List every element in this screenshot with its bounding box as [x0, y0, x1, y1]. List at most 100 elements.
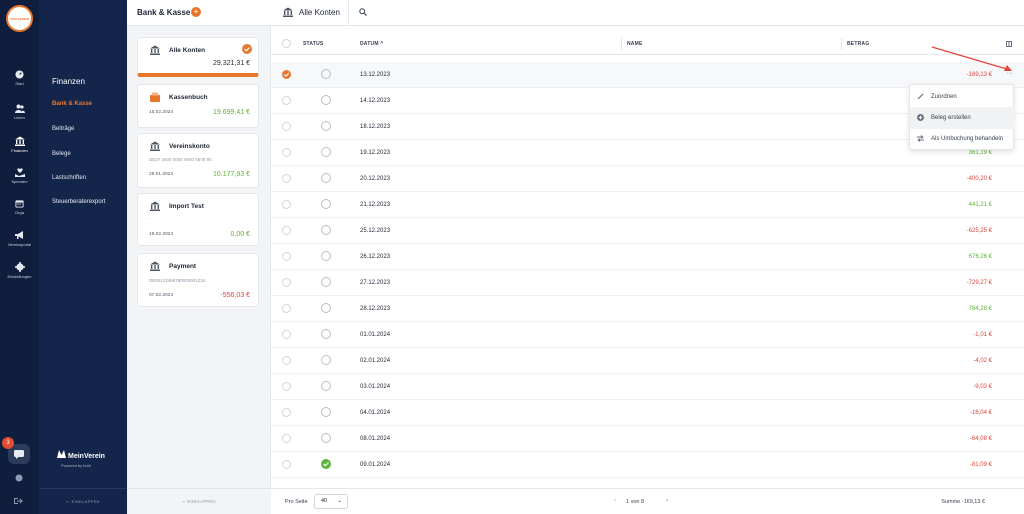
row-amount: -16,04 €: [969, 410, 992, 416]
help-icon[interactable]: [15, 474, 23, 482]
rail-item-vereinsportal[interactable]: Vereinsportal: [0, 231, 39, 247]
row-checkbox[interactable]: [282, 148, 291, 157]
row-date: 26.12.2023: [360, 254, 391, 260]
account-card-vereinskonto[interactable]: Vereinskonto DE37 3400 0000 0000 5678 90…: [137, 133, 259, 188]
rail-item-listen[interactable]: Listen: [0, 104, 39, 120]
menu-item-zuordnen[interactable]: Zuordnen: [910, 86, 1015, 108]
rail-label: Start: [15, 81, 24, 86]
account-card-payment[interactable]: Payment DE00123456780000001234 07.02.202…: [137, 253, 259, 307]
prev-page-icon[interactable]: ‹: [614, 498, 616, 504]
row-checkbox[interactable]: [282, 304, 291, 313]
account-card-all[interactable]: Alle Konten 29.321,31 €: [137, 37, 259, 77]
rail-item-spenden[interactable]: Spenden: [0, 167, 39, 184]
menu-item-beleg-erstellen[interactable]: Beleg erstellen: [910, 107, 1015, 129]
nav-item-beitraege[interactable]: Beiträge: [52, 126, 74, 132]
account-card-import-test[interactable]: Import Test - 19.02.2024 0,00 €: [137, 193, 259, 246]
rail-item-start[interactable]: Start: [0, 70, 39, 86]
row-date: 27.12.2023: [360, 280, 391, 286]
status-indicator[interactable]: [321, 95, 331, 105]
row-checkbox[interactable]: [282, 434, 291, 443]
row-checkbox[interactable]: [282, 356, 291, 365]
row-checkbox[interactable]: [282, 200, 291, 209]
column-status[interactable]: STATUS: [303, 41, 323, 47]
rail-item-finanzen[interactable]: Finanzen: [0, 136, 39, 153]
status-indicator[interactable]: [321, 225, 331, 235]
status-indicator[interactable]: [321, 329, 331, 339]
row-checkbox[interactable]: [282, 278, 291, 287]
finance-nav: Finanzen Bank & Kasse Beiträge Belege La…: [39, 0, 127, 514]
row-checkbox[interactable]: [282, 330, 291, 339]
status-indicator[interactable]: [321, 407, 331, 417]
account-card-kassenbuch[interactable]: Kassenbuch 15.02.2024 19.699,41 €: [137, 84, 259, 128]
search-icon[interactable]: [359, 8, 367, 16]
status-indicator[interactable]: [321, 433, 331, 443]
gear-icon: [14, 262, 25, 272]
table-row[interactable]: 03.01.2024 -9,03 €: [271, 374, 1024, 400]
column-name[interactable]: NAME: [627, 41, 643, 47]
collapse-accounts-button[interactable]: « EINKLAPPEN: [127, 488, 271, 514]
column-amount[interactable]: BETRAG: [847, 41, 869, 47]
status-indicator[interactable]: [321, 251, 331, 261]
status-indicator[interactable]: [321, 173, 331, 183]
menu-item-umbuchung[interactable]: Als Umbuchung behandeln: [910, 128, 1015, 150]
row-checkbox[interactable]: [282, 122, 291, 131]
row-checkbox[interactable]: [282, 252, 291, 261]
account-balance: 0,00 €: [230, 231, 250, 238]
nav-item-belege[interactable]: Belege: [52, 151, 71, 157]
select-all-checkbox[interactable]: [282, 39, 291, 48]
status-indicator[interactable]: [321, 199, 331, 209]
table-row[interactable]: 25.12.2023 -625,25 €: [271, 218, 1024, 244]
status-indicator[interactable]: [321, 277, 331, 287]
status-indicator[interactable]: [321, 303, 331, 313]
table-row[interactable]: 21.12.2023 441,21 €: [271, 192, 1024, 218]
row-checkbox[interactable]: [282, 174, 291, 183]
table-row[interactable]: 04.01.2024 -16,04 €: [271, 400, 1024, 426]
table-row[interactable]: 28.12.2023 784,28 €: [271, 296, 1024, 322]
account-balance: 10.177,93 €: [213, 171, 250, 178]
nav-item-steuerberaterexport[interactable]: Steuerberaterexport: [52, 199, 105, 205]
status-indicator[interactable]: [321, 381, 331, 391]
account-name: Payment: [169, 263, 197, 270]
row-checkbox[interactable]: [282, 226, 291, 235]
collapse-nav-button[interactable]: « EINKLAPPEN: [39, 488, 127, 514]
next-page-icon[interactable]: ›: [666, 498, 668, 504]
row-amount: -9,03 €: [973, 384, 992, 390]
logout-icon[interactable]: [14, 497, 23, 505]
row-checkbox[interactable]: [282, 96, 291, 105]
column-separator[interactable]: [841, 38, 842, 50]
row-checkbox[interactable]: [282, 382, 291, 391]
account-iban: -: [149, 216, 151, 221]
table-row[interactable]: 09.01.2024 -81,09 €: [271, 452, 1024, 478]
status-indicator[interactable]: [321, 121, 331, 131]
table-row[interactable]: 20.12.2023 -400,20 €: [271, 166, 1024, 192]
bank-icon: [150, 261, 160, 271]
club-logo[interactable]: TESTVEREIN: [6, 5, 33, 32]
row-date: 04.01.2024: [360, 410, 391, 416]
rail-item-orga[interactable]: Orga: [0, 199, 39, 215]
add-account-button[interactable]: +: [191, 7, 201, 17]
table-row[interactable]: 08.01.2024 -64,08 €: [271, 426, 1024, 452]
status-indicator[interactable]: [321, 69, 331, 79]
page-title: Alle Konten: [299, 8, 340, 17]
nav-item-lastschriften[interactable]: Lastschriften: [52, 175, 86, 181]
check-icon: [323, 461, 329, 467]
column-date[interactable]: DATUM ^: [360, 41, 383, 47]
per-page-select[interactable]: 40 ⌄: [314, 494, 348, 509]
rail-item-einstellungen[interactable]: Einstellungen: [0, 262, 39, 279]
pagination-text: 1 von 8: [626, 499, 645, 505]
table-row[interactable]: 27.12.2023 -729,27 €: [271, 270, 1024, 296]
row-context-menu: Zuordnen Beleg erstellen Als Umbuchung b…: [909, 84, 1015, 150]
status-indicator[interactable]: [321, 459, 331, 469]
column-separator[interactable]: [621, 38, 622, 50]
row-checkbox[interactable]: [282, 460, 291, 469]
table-row[interactable]: 01.01.2024 -1,01 €: [271, 322, 1024, 348]
table-row[interactable]: 02.01.2024 -4,02 €: [271, 348, 1024, 374]
status-indicator[interactable]: [321, 355, 331, 365]
row-checkbox[interactable]: [282, 408, 291, 417]
status-indicator[interactable]: [321, 147, 331, 157]
row-checkbox[interactable]: [282, 70, 291, 79]
row-amount: -4,02 €: [973, 358, 992, 364]
nav-item-bank-kasse[interactable]: Bank & Kasse: [52, 101, 92, 107]
table-row[interactable]: 26.12.2023 676,26 €: [271, 244, 1024, 270]
bank-icon: [14, 136, 25, 146]
